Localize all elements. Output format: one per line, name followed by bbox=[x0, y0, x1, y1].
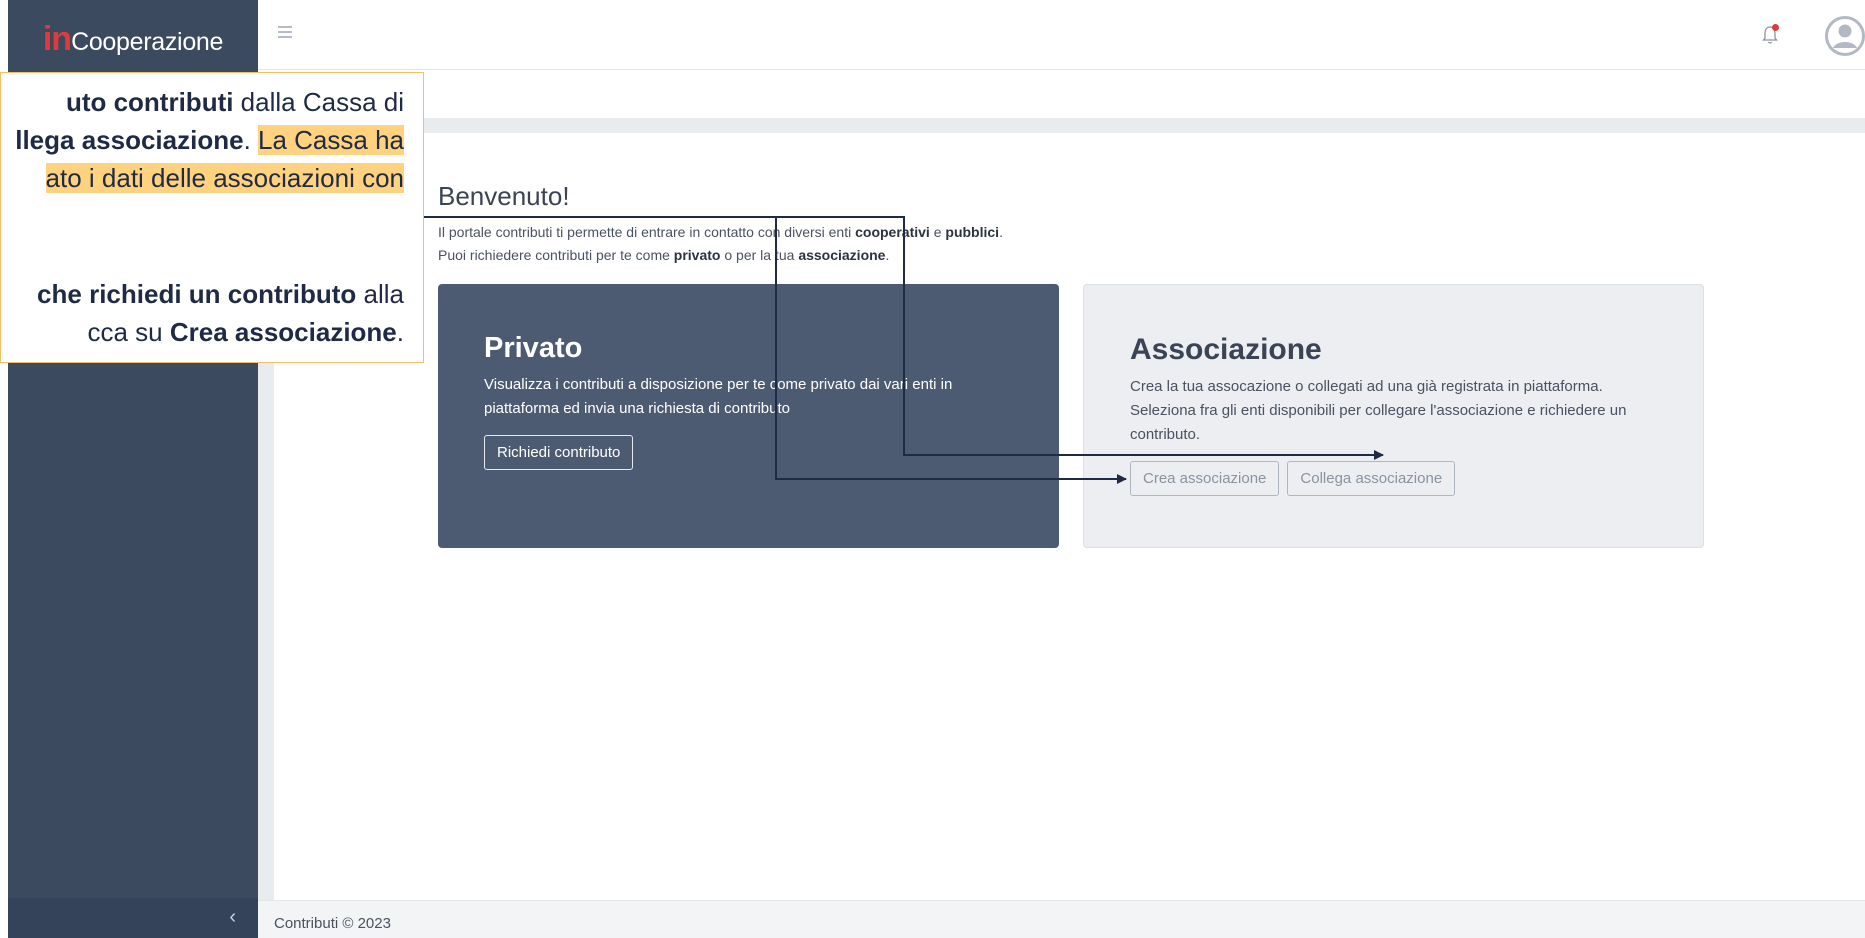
text-fragment: cca su bbox=[87, 317, 170, 347]
callout-line-3: ato i dati delle associazioni con bbox=[45, 159, 404, 197]
callout-line-5: cca su Crea associazione. bbox=[88, 313, 405, 351]
text-fragment: . bbox=[396, 317, 404, 347]
create-association-button[interactable]: Crea associazione bbox=[1130, 461, 1280, 496]
app-logo[interactable]: in Cooperazione bbox=[42, 19, 224, 59]
association-card: Associazione Crea la tua assocazione o c… bbox=[1083, 284, 1704, 548]
top-bar bbox=[258, 0, 1865, 70]
text-fragment: o per la tua bbox=[720, 247, 799, 263]
page-title: Benvenuto! bbox=[438, 181, 570, 211]
text-fragment: . bbox=[243, 125, 259, 155]
main-content: Benvenuto! Il portale contributi ti perm… bbox=[274, 133, 1865, 900]
logo-area[interactable]: in Cooperazione bbox=[8, 8, 258, 70]
logo-in-mark: in bbox=[42, 19, 72, 58]
welcome-intro-line-1: Il portale contributi ti permette di ent… bbox=[438, 224, 1003, 240]
text-fragment: . bbox=[885, 247, 890, 263]
tutorial-callout: uto contributi dalla Cassa di llega asso… bbox=[0, 72, 424, 363]
association-card-description: Crea la tua assocazione o collegati ad u… bbox=[1130, 378, 1627, 443]
hamburger-icon[interactable] bbox=[278, 26, 292, 38]
text-emphasis: associazione bbox=[798, 247, 886, 263]
highlighted-text: La Cassa ha bbox=[258, 125, 404, 155]
callout-line-2: llega associazione. La Cassa ha bbox=[15, 121, 404, 159]
association-card-title: Associazione bbox=[1130, 333, 1322, 366]
breadcrumb-bar bbox=[258, 70, 1865, 118]
welcome-intro-line-2: Puoi richiedere contributi per te come p… bbox=[438, 247, 889, 263]
text-fragment: Puoi richiedere contributi per te come bbox=[438, 247, 674, 263]
text-fragment: alla bbox=[356, 279, 404, 309]
user-avatar-icon[interactable] bbox=[1825, 16, 1865, 56]
private-card-title: Privato bbox=[484, 332, 583, 364]
text-fragment: e bbox=[929, 224, 946, 240]
request-contribution-button[interactable]: Richiedi contributo bbox=[484, 435, 634, 470]
text-emphasis: llega associazione bbox=[15, 125, 244, 155]
link-association-button[interactable]: Collega associazione bbox=[1287, 461, 1456, 496]
highlighted-text: ato i dati delle associazioni con bbox=[45, 163, 404, 193]
text-fragment: dalla Cassa di bbox=[233, 87, 404, 117]
page-footer: Contributi © 2023 bbox=[258, 900, 1865, 938]
private-card: Privato Visualizza i contributi a dispos… bbox=[438, 284, 1059, 548]
notification-dot bbox=[1772, 24, 1779, 31]
text-fragment: Il portale contributi ti permette di ent… bbox=[438, 224, 856, 240]
text-fragment: . bbox=[999, 224, 1003, 240]
private-card-description: Visualizza i contributi a disposizione p… bbox=[484, 376, 953, 417]
callout-line-1: uto contributi dalla Cassa di bbox=[66, 83, 404, 121]
chevron-left-icon[interactable]: ‹ bbox=[229, 906, 236, 929]
divider bbox=[258, 118, 1865, 133]
text-emphasis: privato bbox=[673, 247, 721, 263]
text-emphasis: pubblici bbox=[945, 224, 1000, 240]
sidebar-footer: ‹ bbox=[8, 898, 258, 938]
logo-wordmark: Cooperazione bbox=[71, 27, 224, 56]
callout-line-4: che richiedi un contributo alla bbox=[37, 275, 404, 313]
text-emphasis: uto contributi bbox=[65, 87, 234, 117]
text-emphasis: Crea associazione bbox=[169, 317, 397, 347]
text-emphasis: cooperativi bbox=[855, 224, 930, 240]
text-emphasis: che richiedi un contributo bbox=[37, 279, 357, 309]
footer-copyright: Contributi © 2023 bbox=[274, 915, 391, 932]
bell-icon[interactable] bbox=[1761, 24, 1779, 46]
